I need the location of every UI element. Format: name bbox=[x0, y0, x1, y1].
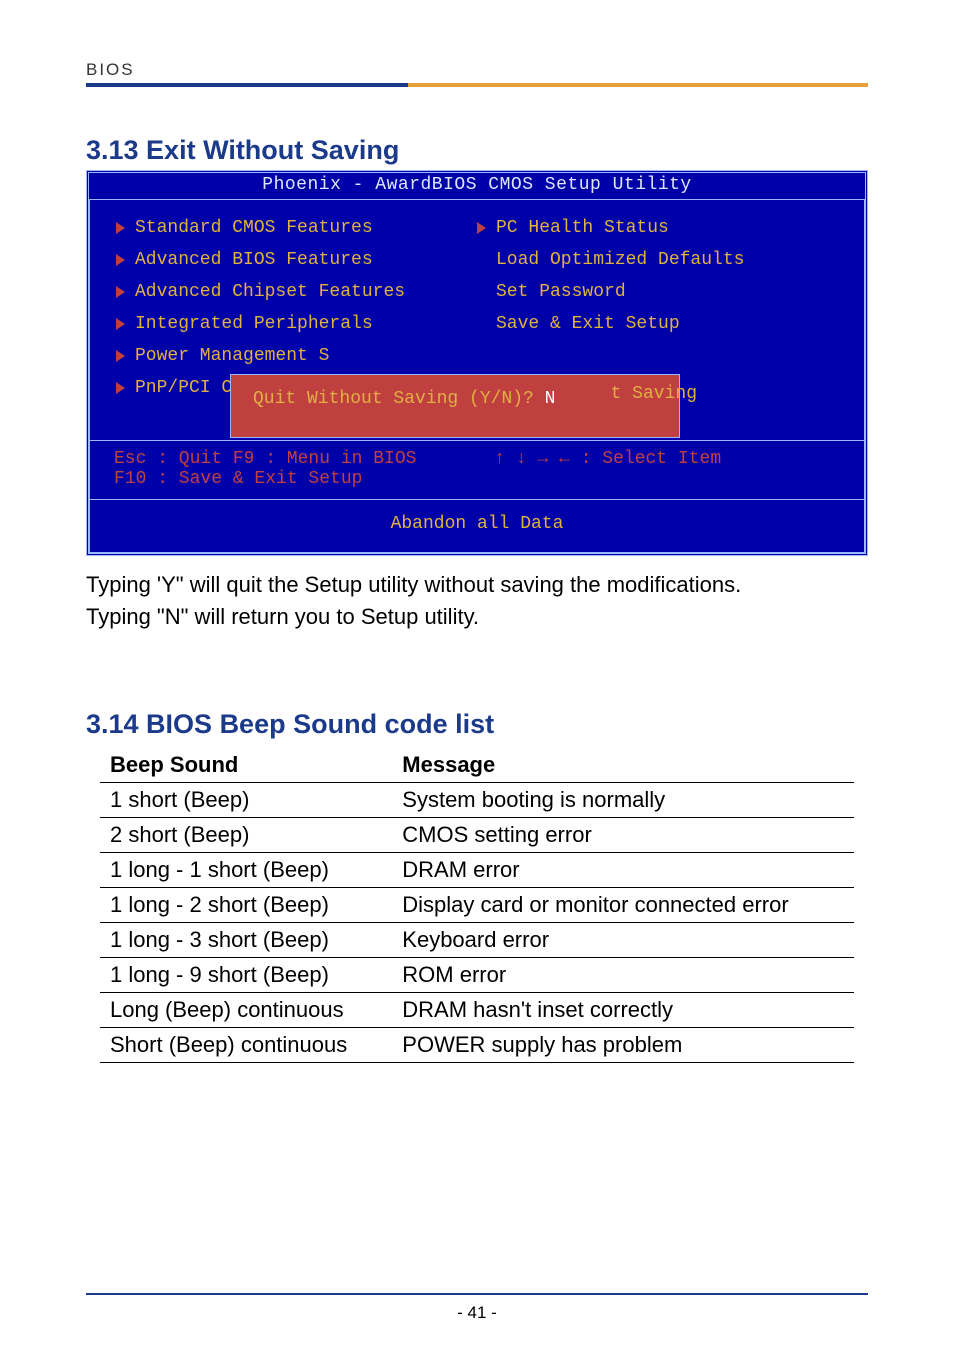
triangle-icon bbox=[116, 350, 125, 362]
section-title-beep: 3.14 BIOS Beep Sound code list bbox=[86, 709, 868, 740]
cell-beep: 1 long - 9 short (Beep) bbox=[100, 958, 392, 993]
body-text-1: Typing 'Y" will quit the Setup utility w… bbox=[86, 570, 868, 600]
cell-msg: DRAM hasn't inset correctly bbox=[392, 993, 854, 1028]
spacer bbox=[86, 631, 868, 701]
menu-item-standard-cmos[interactable]: Standard CMOS Features bbox=[116, 212, 477, 244]
keys-left: Esc : Quit F9 : Menu in BIOS bbox=[114, 449, 494, 469]
cell-beep: 1 long - 1 short (Beep) bbox=[100, 853, 392, 888]
dialog-answer: N bbox=[545, 389, 556, 409]
triangle-icon bbox=[116, 286, 125, 298]
table-row: 1 long - 2 short (Beep)Display card or m… bbox=[100, 888, 854, 923]
menu-label: Power Management S bbox=[135, 346, 329, 366]
table-row: 1 long - 3 short (Beep)Keyboard error bbox=[100, 923, 854, 958]
menu-label: Standard CMOS Features bbox=[135, 218, 373, 238]
header-label: BIOS bbox=[86, 60, 868, 80]
keys-row-2: F10 : Save & Exit Setup bbox=[90, 469, 864, 499]
partial-text-t-saving: t Saving bbox=[611, 384, 697, 404]
bios-title: Phoenix - AwardBIOS CMOS Setup Utility bbox=[89, 173, 865, 199]
section-title-exit: 3.13 Exit Without Saving bbox=[86, 135, 868, 166]
triangle-icon bbox=[116, 318, 125, 330]
cell-beep: 1 short (Beep) bbox=[100, 783, 392, 818]
table-row: 1 short (Beep)System booting is normally bbox=[100, 783, 854, 818]
body-text-2: Typing "N" will return you to Setup util… bbox=[86, 602, 868, 632]
menu-item-integrated-peripherals[interactable]: Integrated Peripherals bbox=[116, 308, 477, 340]
bios-keys-row: Esc : Quit F9 : Menu in BIOS ↑ ↓ → ← : S… bbox=[90, 441, 864, 469]
triangle-icon bbox=[116, 222, 125, 234]
cell-msg: ROM error bbox=[392, 958, 854, 993]
triangle-icon bbox=[477, 222, 486, 234]
menu-item-advanced-chipset[interactable]: Advanced Chipset Features bbox=[116, 276, 477, 308]
spacer bbox=[86, 87, 868, 127]
menu-label: Save & Exit Setup bbox=[496, 314, 680, 334]
menu-label: PC Health Status bbox=[496, 218, 669, 238]
menu-label: Set Password bbox=[496, 282, 626, 302]
cell-beep: 2 short (Beep) bbox=[100, 818, 392, 853]
menu-item-set-password[interactable]: Set Password bbox=[477, 276, 838, 308]
th-message: Message bbox=[392, 748, 854, 783]
cell-beep: Short (Beep) continuous bbox=[100, 1028, 392, 1063]
menu-label: Load Optimized Defaults bbox=[496, 250, 744, 270]
table-row: 1 long - 9 short (Beep)ROM error bbox=[100, 958, 854, 993]
table-header-row: Beep Sound Message bbox=[100, 748, 854, 783]
cell-msg: System booting is normally bbox=[392, 783, 854, 818]
page: BIOS 3.13 Exit Without Saving Phoenix - … bbox=[0, 0, 954, 1351]
menu-item-pc-health[interactable]: PC Health Status bbox=[477, 212, 838, 244]
menu-label: Integrated Peripherals bbox=[135, 314, 373, 334]
menu-item-power-management[interactable]: Power Management S bbox=[116, 340, 477, 372]
menu-label: Advanced BIOS Features bbox=[135, 250, 373, 270]
cell-beep: Long (Beep) continuous bbox=[100, 993, 392, 1028]
beep-table: Beep Sound Message 1 short (Beep)System … bbox=[100, 748, 854, 1063]
th-beep-sound: Beep Sound bbox=[100, 748, 392, 783]
bios-footer: Abandon all Data bbox=[90, 500, 864, 552]
table-row: Short (Beep) continuousPOWER supply has … bbox=[100, 1028, 854, 1063]
triangle-icon bbox=[116, 254, 125, 266]
table-row: 2 short (Beep)CMOS setting error bbox=[100, 818, 854, 853]
cell-beep: 1 long - 3 short (Beep) bbox=[100, 923, 392, 958]
keys-right: ↑ ↓ → ← : Select Item bbox=[494, 449, 840, 469]
triangle-icon bbox=[116, 382, 125, 394]
bios-window: Phoenix - AwardBIOS CMOS Setup Utility S… bbox=[86, 170, 868, 556]
page-number: - 41 - bbox=[0, 1303, 954, 1323]
table-row: Long (Beep) continuousDRAM hasn't inset … bbox=[100, 993, 854, 1028]
menu-item-advanced-bios[interactable]: Advanced BIOS Features bbox=[116, 244, 477, 276]
menu-label: Advanced Chipset Features bbox=[135, 282, 405, 302]
menu-item-save-exit[interactable]: Save & Exit Setup bbox=[477, 308, 838, 340]
cell-msg: Display card or monitor connected error bbox=[392, 888, 854, 923]
menu-item-load-defaults[interactable]: Load Optimized Defaults bbox=[477, 244, 838, 276]
cell-msg: CMOS setting error bbox=[392, 818, 854, 853]
cell-msg: POWER supply has problem bbox=[392, 1028, 854, 1063]
header-rule bbox=[86, 83, 868, 87]
table-row: 1 long - 1 short (Beep)DRAM error bbox=[100, 853, 854, 888]
beep-table-wrap: Beep Sound Message 1 short (Beep)System … bbox=[86, 748, 868, 1063]
footer-rule bbox=[86, 1293, 868, 1295]
bios-panel: Standard CMOS Features Advanced BIOS Fea… bbox=[89, 199, 865, 553]
bios-main: Standard CMOS Features Advanced BIOS Fea… bbox=[90, 200, 864, 410]
cell-msg: DRAM error bbox=[392, 853, 854, 888]
cell-msg: Keyboard error bbox=[392, 923, 854, 958]
dialog-text: Quit Without Saving (Y/N)? bbox=[253, 389, 545, 409]
cell-beep: 1 long - 2 short (Beep) bbox=[100, 888, 392, 923]
